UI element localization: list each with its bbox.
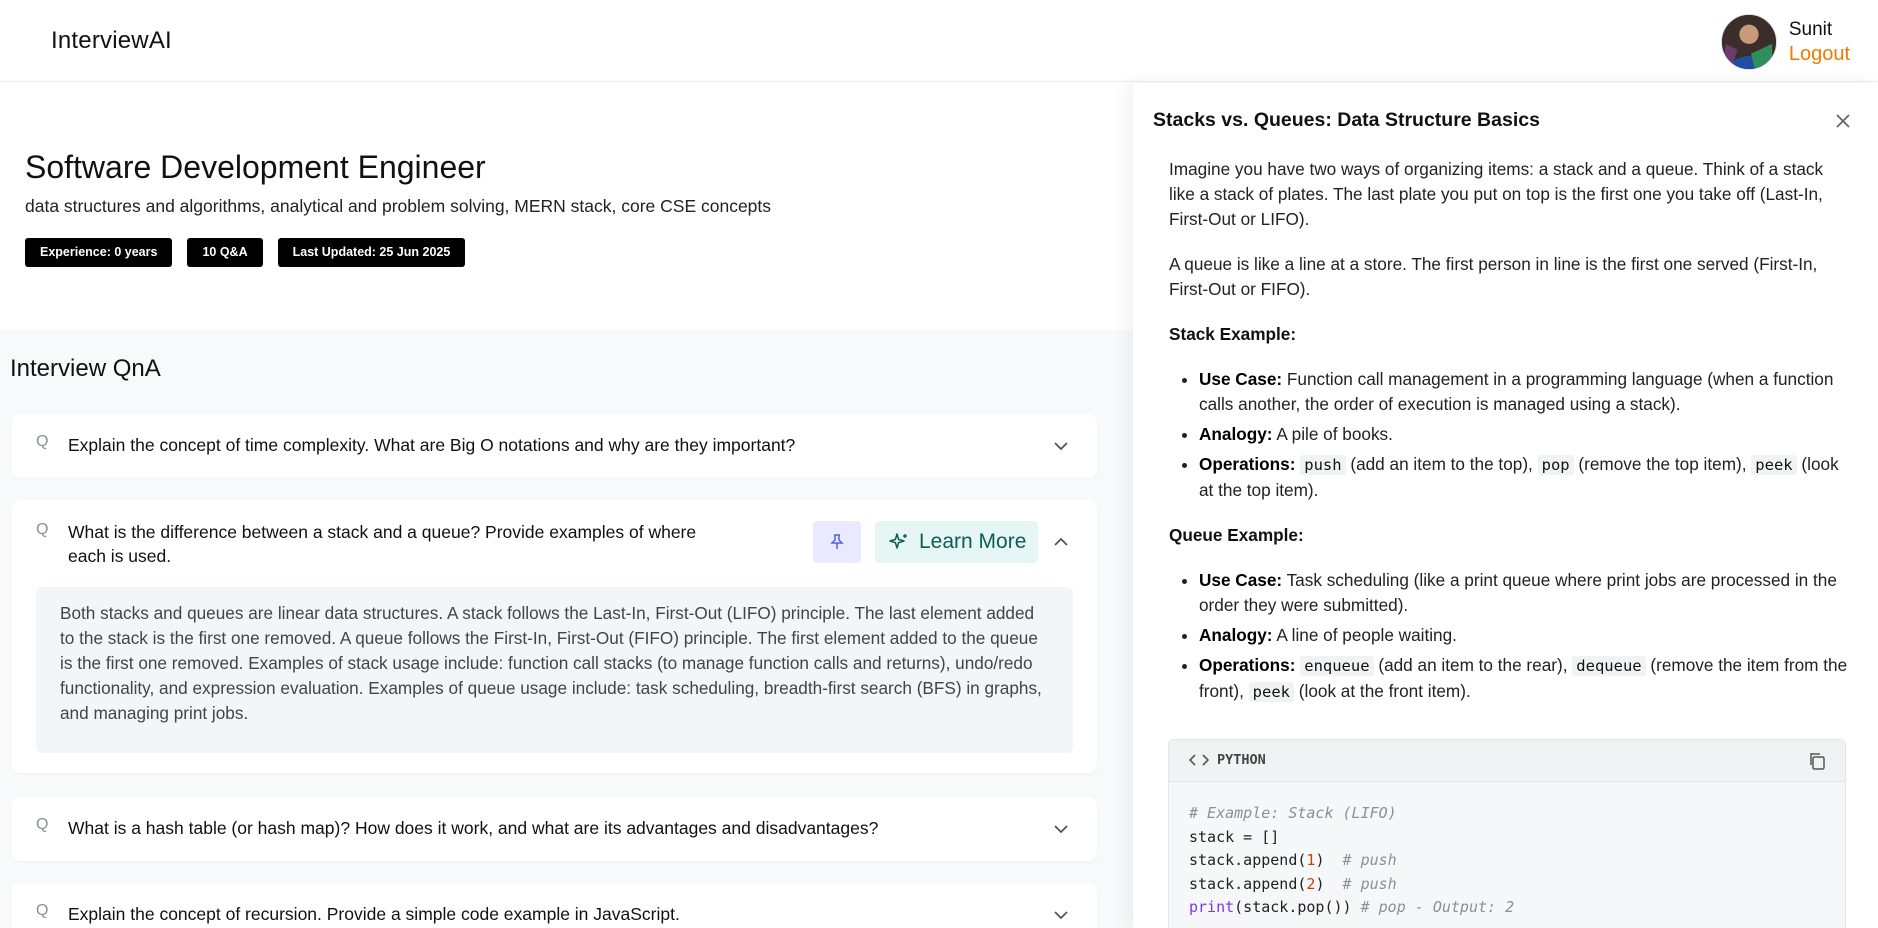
logout-link[interactable]: Logout bbox=[1789, 42, 1850, 66]
stack-list: Use Case: Function call management in a … bbox=[1199, 367, 1849, 503]
chevron-down-icon[interactable] bbox=[1053, 438, 1069, 454]
code-line: stack.append(2) # push bbox=[1189, 873, 1825, 897]
list-item: Operations: enqueue (add an item to the … bbox=[1199, 653, 1849, 705]
code-comment: # push bbox=[1342, 874, 1397, 893]
section-title: Interview QnA bbox=[10, 355, 161, 382]
item-label: Use Case: bbox=[1199, 570, 1283, 590]
code-comment: # pop - Output: 2 bbox=[1360, 898, 1515, 916]
learn-more-drawer: Stacks vs. Queues: Data Structure Basics… bbox=[1133, 83, 1878, 928]
question-card[interactable]: Q Explain the concept of time complexity… bbox=[12, 414, 1097, 478]
pin-button[interactable] bbox=[813, 521, 861, 563]
code-text: (stack.pop()) bbox=[1234, 898, 1361, 916]
inline-code: dequeue bbox=[1572, 656, 1646, 676]
code-content: # Example: Stack (LIFO) stack = [] stack.a… bbox=[1169, 782, 1845, 928]
user-info: Sunit Logout bbox=[1789, 18, 1850, 66]
item-text: (look at the front item). bbox=[1298, 681, 1471, 701]
drawer-content: Imagine you have two ways of organizing … bbox=[1169, 157, 1849, 725]
sparkle-icon bbox=[889, 533, 907, 549]
question-card-expanded[interactable]: Q What is the difference between a stack… bbox=[12, 500, 1097, 773]
experience-badge: Experience: 0 years bbox=[25, 238, 173, 267]
intro-paragraph: A queue is like a line at a store. The f… bbox=[1169, 254, 1818, 299]
chevron-up-icon[interactable] bbox=[1053, 534, 1069, 550]
code-line: print(stack.pop()) # pop - Output: 2 bbox=[1189, 896, 1825, 920]
code-icon bbox=[1189, 754, 1209, 766]
interview-qna-section: Interview QnA Q Explain the concept of t… bbox=[0, 330, 1133, 928]
avatar[interactable] bbox=[1720, 14, 1777, 70]
qa-count-badge: 10 Q&A bbox=[187, 238, 263, 267]
question-icon: Q bbox=[36, 902, 49, 919]
list-item: Operations: push (add an item to the top… bbox=[1199, 452, 1849, 503]
code-text: ) bbox=[1315, 851, 1343, 869]
code-comment: # push bbox=[1342, 851, 1397, 869]
question-card[interactable]: Q Explain the concept of recursion. Prov… bbox=[12, 883, 1097, 928]
question-card[interactable]: Q What is a hash table (or hash map)? Ho… bbox=[12, 797, 1097, 861]
code-text: ) bbox=[1315, 874, 1343, 893]
role-description: data structures and algorithms, analytic… bbox=[25, 196, 772, 216]
item-label: Operations: bbox=[1199, 655, 1296, 675]
item-text: (add an item to the rear), bbox=[1378, 655, 1568, 675]
item-text: Task scheduling (like a print queue wher… bbox=[1199, 570, 1837, 615]
question-text: Explain the concept of time complexity. … bbox=[68, 435, 796, 455]
code-comment: # Example: Stack (LIFO) bbox=[1189, 804, 1397, 822]
code-line: stack = [] bbox=[1189, 827, 1280, 846]
role-summary: Software Development Engineer data struc… bbox=[0, 83, 1133, 330]
item-text: Function call management in a programmin… bbox=[1199, 369, 1834, 414]
code-language-label: PYTHON bbox=[1217, 752, 1266, 768]
last-updated-badge: Last Updated: 25 Jun 2025 bbox=[277, 238, 466, 267]
question-icon: Q bbox=[36, 521, 49, 538]
avatar-image bbox=[1721, 15, 1776, 69]
code-language: PYTHON bbox=[1189, 752, 1266, 768]
question-icon: Q bbox=[36, 433, 49, 450]
code-text: stack.append( bbox=[1189, 851, 1307, 869]
inline-code: peek bbox=[1248, 682, 1294, 702]
code-line: # Example: Stack (LIFO) bbox=[1189, 802, 1825, 826]
item-label: Analogy: bbox=[1199, 625, 1273, 645]
code-block: PYTHON # Example: Stack (LIFO) stack = []… bbox=[1168, 739, 1846, 928]
answer-text: Both stacks and queues are linear data s… bbox=[36, 587, 1073, 753]
item-label: Analogy: bbox=[1199, 424, 1273, 444]
chevron-down-icon[interactable] bbox=[1053, 821, 1069, 837]
user-menu: Sunit Logout bbox=[1720, 12, 1850, 72]
list-item: Analogy: A line of people waiting. bbox=[1199, 623, 1849, 648]
copy-icon[interactable] bbox=[1807, 751, 1827, 771]
question-text: Explain the concept of recursion. Provid… bbox=[68, 904, 680, 924]
queue-list: Use Case: Task scheduling (like a print … bbox=[1199, 568, 1849, 705]
item-text: (remove the top item), bbox=[1578, 454, 1747, 474]
user-name: Sunit bbox=[1788, 19, 1833, 40]
question-icon: Q bbox=[36, 816, 49, 833]
code-text: stack.append( bbox=[1189, 874, 1307, 893]
inline-code: peek bbox=[1751, 455, 1797, 475]
inline-code: pop bbox=[1537, 455, 1574, 475]
pin-icon bbox=[830, 534, 844, 549]
list-item: Use Case: Function call management in a … bbox=[1199, 367, 1849, 417]
code-line: stack.append(1) # push bbox=[1189, 849, 1825, 873]
code-block-header: PYTHON bbox=[1169, 740, 1845, 782]
item-text: A pile of books. bbox=[1276, 424, 1393, 444]
intro-paragraph: Imagine you have two ways of organizing … bbox=[1169, 159, 1824, 229]
item-label: Operations: bbox=[1199, 454, 1296, 474]
list-item: Use Case: Task scheduling (like a print … bbox=[1199, 568, 1849, 618]
inline-code: push bbox=[1300, 455, 1346, 475]
item-label: Use Case: bbox=[1199, 369, 1283, 389]
drawer-title: Stacks vs. Queues: Data Structure Basics bbox=[1153, 109, 1540, 131]
learn-more-label: Learn More bbox=[919, 530, 1027, 553]
list-item: Analogy: A pile of books. bbox=[1199, 422, 1849, 447]
top-navbar: InterviewAI Sunit Logout bbox=[0, 0, 1878, 82]
item-text: A line of people waiting. bbox=[1276, 625, 1457, 645]
close-icon[interactable] bbox=[1832, 110, 1854, 132]
learn-more-button[interactable]: Learn More bbox=[875, 521, 1038, 563]
page-title: Software Development Engineer bbox=[25, 149, 486, 185]
item-text: (add an item to the top), bbox=[1350, 454, 1533, 474]
queue-heading: Queue Example: bbox=[1169, 525, 1304, 545]
code-function: print bbox=[1189, 898, 1235, 916]
chevron-down-icon[interactable] bbox=[1053, 907, 1069, 923]
question-text: What is a hash table (or hash map)? How … bbox=[68, 818, 879, 838]
role-badges: Experience: 0 years 10 Q&A Last Updated:… bbox=[25, 238, 466, 267]
stack-heading: Stack Example: bbox=[1169, 324, 1297, 344]
app-logo-text[interactable]: InterviewAI bbox=[51, 27, 172, 55]
question-text: What is the difference between a stack a… bbox=[68, 522, 697, 566]
inline-code: enqueue bbox=[1300, 656, 1374, 676]
